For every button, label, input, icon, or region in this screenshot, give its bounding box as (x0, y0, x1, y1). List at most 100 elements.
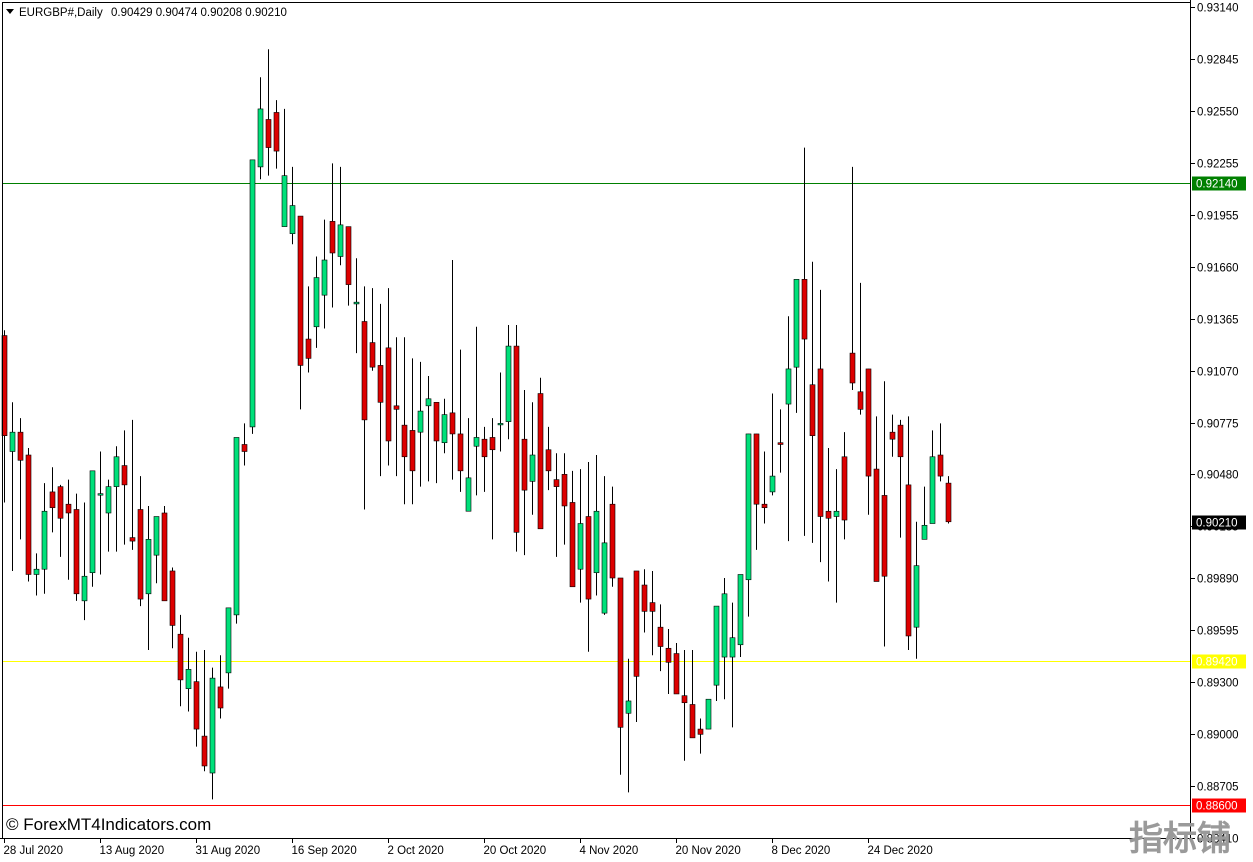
chart-header[interactable]: EURGBP#,Daily 0.90429 0.90474 0.90208 0.… (6, 7, 287, 19)
candle[interactable] (73, 493, 80, 601)
candle[interactable] (249, 159, 256, 434)
candle-body-bull (89, 470, 96, 574)
time-tick-label: 4 Nov 2020 (580, 845, 639, 857)
candle[interactable] (737, 574, 744, 658)
candle-body-bear (617, 577, 624, 728)
candle-body-bear (369, 342, 376, 368)
candle-body-bear (857, 391, 864, 410)
candle-body-bear (265, 119, 272, 148)
candle-body-bull (465, 477, 472, 512)
candle-body-bear (817, 368, 824, 517)
candle-body-bull (145, 539, 152, 595)
candle-body-bear (681, 695, 688, 704)
candle-body-bull (793, 279, 800, 368)
candle-body-bull (745, 433, 752, 581)
candle-body-bull (833, 510, 840, 517)
candle-body-bear (513, 345, 520, 533)
candle[interactable] (161, 505, 168, 602)
price-tick-label: 0.91070 (1197, 367, 1239, 379)
candle[interactable] (233, 437, 240, 624)
level-tag-label: 0.89420 (1196, 657, 1238, 669)
candle-body-bear (305, 338, 312, 359)
candle-body-bear (753, 433, 760, 505)
candle-body-bear (161, 512, 168, 602)
candle-body-bull (425, 398, 432, 407)
candle-body-bear (401, 424, 408, 458)
candle-body-bull (593, 510, 600, 574)
candle-body-bear (73, 509, 80, 595)
candle[interactable] (513, 325, 520, 552)
candle-body-bear (137, 509, 144, 600)
candle-body-bear (409, 430, 416, 472)
candle-body-bear (129, 537, 136, 542)
candle-body-bear (241, 444, 248, 452)
candle[interactable] (945, 476, 952, 524)
candle-body-bull (441, 414, 448, 444)
candle-body-bull (497, 423, 504, 426)
price-tick-label: 0.90480 (1197, 470, 1239, 482)
candle-body-bear (801, 279, 808, 340)
candle-body-bull (209, 677, 216, 774)
candle-body-bull (353, 301, 360, 305)
candle-body-bear (537, 393, 544, 530)
candle[interactable] (25, 447, 32, 582)
candle-body-bear (57, 486, 64, 519)
candle-body-bull (625, 700, 632, 714)
candle-body-bear (49, 491, 56, 509)
time-tick-label: 28 Jul 2020 (4, 845, 63, 857)
candle-body-bull (81, 575, 88, 602)
candle-body-bull (913, 565, 920, 628)
candle-body-bear (945, 482, 952, 523)
candle-body-bull (577, 523, 584, 570)
candle-body-bear (569, 502, 576, 588)
candle-body-bear (889, 431, 896, 440)
price-tick-label: 0.91365 (1197, 315, 1239, 327)
candle-body-bear (273, 112, 280, 152)
candle-body-bear (609, 503, 616, 579)
candle-body-bear (641, 584, 648, 612)
time-tick-label: 2 Oct 2020 (388, 845, 444, 857)
candle-body-bull (153, 516, 160, 556)
candle-body-bear (873, 468, 880, 582)
candle-body-bull (505, 345, 512, 422)
candle-body-bear (665, 647, 672, 663)
candle-body-bear (177, 633, 184, 681)
price-tick-label: 0.92845 (1197, 55, 1239, 67)
price-tick-label: 0.92255 (1197, 159, 1239, 171)
candle-body-bear (697, 728, 704, 735)
candle-body-bull (321, 259, 328, 296)
candle-body-bear (481, 438, 488, 458)
candle[interactable] (705, 698, 712, 730)
candle-body-bear (825, 510, 832, 519)
price-chart[interactable]: 0.93140 0.92845 0.92550 0.92255 0.91955 0.916… (0, 0, 1253, 862)
candle-body-bull (313, 277, 320, 328)
candle-body-bull (113, 456, 120, 487)
candle-body-bear (897, 424, 904, 458)
candle-body-bear (193, 681, 200, 730)
candle[interactable] (537, 377, 544, 530)
level-tag-label: 0.92140 (1196, 179, 1238, 191)
candle-body-bear (521, 438, 528, 491)
candle-body-bull (769, 475, 776, 493)
candle-body-bear (217, 686, 224, 709)
candle-body-bull (225, 607, 232, 674)
time-tick-label: 24 Dec 2020 (868, 845, 933, 857)
candle-body-bear (649, 602, 656, 612)
candle-body-bull (529, 454, 536, 482)
candle-body-bear (297, 215, 304, 366)
corner-logo: 指标铺 (1129, 819, 1231, 859)
candle-body-bear (657, 626, 664, 647)
candle[interactable] (89, 470, 96, 587)
watermark: © ForexMT4Indicators.com (6, 815, 211, 834)
time-tick-label: 20 Oct 2020 (484, 845, 547, 857)
candle-body-bear (673, 653, 680, 695)
candle-body-bear (385, 347, 392, 442)
candle-body-bull (289, 205, 296, 234)
candle-body-bear (393, 405, 400, 410)
candle-body-bull (785, 368, 792, 405)
price-tick-label: 0.89595 (1197, 626, 1239, 638)
candle-body-bull (185, 669, 192, 689)
price-tick-label: 0.90775 (1197, 419, 1239, 431)
candle-body-bull (233, 437, 240, 616)
candle-body-bear (457, 433, 464, 472)
